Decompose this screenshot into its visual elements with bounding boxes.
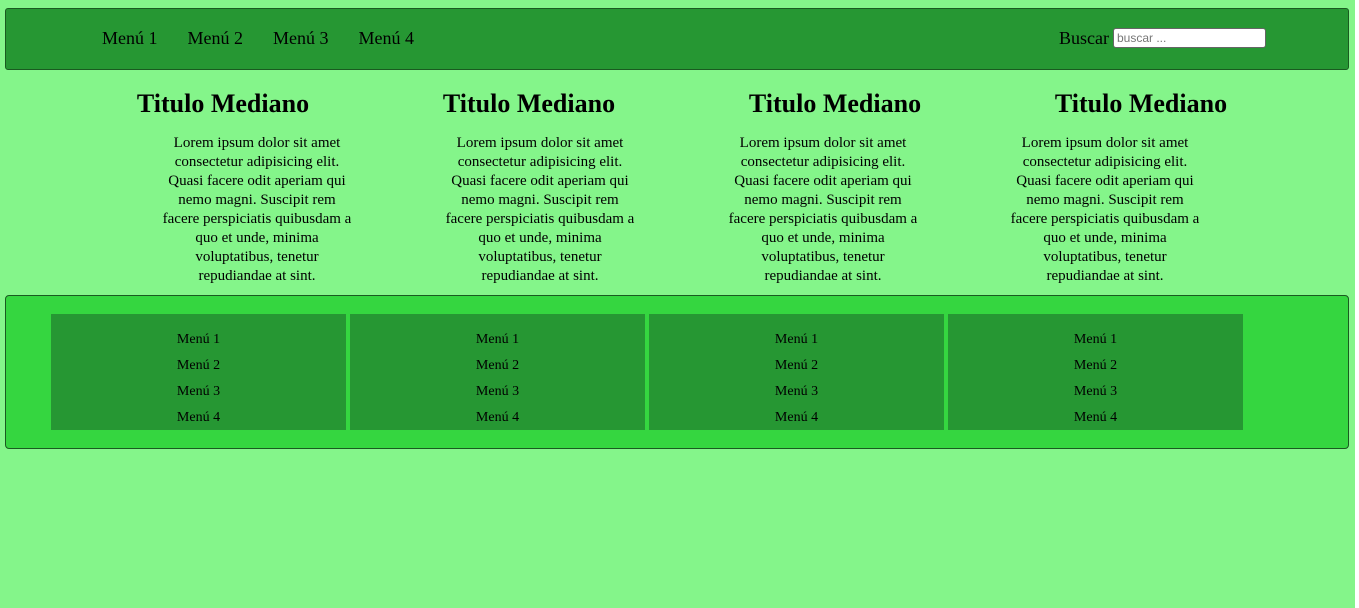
content-column-4: Titulo Mediano <box>1041 86 1241 122</box>
page: Menú 1 Menú 2 Menú 3 Menú 4 Buscar Titul… <box>0 0 1355 608</box>
footer-menu-item-4[interactable]: Menú 4 <box>775 405 818 431</box>
footer-menu-item-2[interactable]: Menú 2 <box>1074 353 1117 379</box>
nav-item-menu-2[interactable]: Menú 2 <box>188 27 244 49</box>
footer-menu-item-3[interactable]: Menú 3 <box>177 379 220 405</box>
footer-menu-item-2[interactable]: Menú 2 <box>476 353 519 379</box>
footer-menu-item-1[interactable]: Menú 1 <box>1074 327 1117 353</box>
search-label: Buscar <box>1059 28 1109 48</box>
footer-menu-column-2: Menú 1 Menú 2 Menú 3 Menú 4 <box>350 314 645 430</box>
main-nav: Menú 1 Menú 2 Menú 3 Menú 4 <box>102 27 444 49</box>
footer-menu-item-1[interactable]: Menú 1 <box>476 327 519 353</box>
content-column-1: Titulo Mediano <box>123 86 323 122</box>
footer-menu-column-3: Menú 1 Menú 2 Menú 3 Menú 4 <box>649 314 944 430</box>
content-columns: Titulo Mediano Lorem ipsum dolor sit ame… <box>0 86 1355 286</box>
content-column-2: Titulo Mediano <box>429 86 629 122</box>
column-text: Lorem ipsum dolor sit amet consectetur a… <box>1010 135 1200 284</box>
search-input[interactable] <box>1112 28 1266 48</box>
column-title: Titulo Mediano <box>442 89 616 118</box>
column-text: Lorem ipsum dolor sit amet consectetur a… <box>728 135 918 284</box>
content-column-4-text: Lorem ipsum dolor sit amet consectetur a… <box>1010 128 1210 286</box>
footer-menu-item-3[interactable]: Menú 3 <box>476 379 519 405</box>
column-title: Titulo Mediano <box>748 89 922 118</box>
search-group: Buscar <box>1059 27 1266 49</box>
header-bar: Menú 1 Menú 2 Menú 3 Menú 4 Buscar <box>5 8 1349 70</box>
nav-item-menu-1[interactable]: Menú 1 <box>102 27 158 49</box>
content-column-3-text: Lorem ipsum dolor sit amet consectetur a… <box>728 128 928 286</box>
footer-menu-item-2[interactable]: Menú 2 <box>775 353 818 379</box>
footer-menu-item-1[interactable]: Menú 1 <box>775 327 818 353</box>
footer-menu-item-2[interactable]: Menú 2 <box>177 353 220 379</box>
footer-menu-item-3[interactable]: Menú 3 <box>775 379 818 405</box>
footer-menu-item-4[interactable]: Menú 4 <box>1074 405 1117 431</box>
window-edge <box>1355 0 1359 608</box>
content-column-1-text: Lorem ipsum dolor sit amet consectetur a… <box>162 128 362 286</box>
footer-menus: Menú 1 Menú 2 Menú 3 Menú 4 Menú 1 Menú … <box>51 314 1243 430</box>
nav-item-menu-3[interactable]: Menú 3 <box>273 27 329 49</box>
footer: Menú 1 Menú 2 Menú 3 Menú 4 Menú 1 Menú … <box>5 295 1349 449</box>
column-text: Lorem ipsum dolor sit amet consectetur a… <box>445 135 635 284</box>
footer-menu-item-3[interactable]: Menú 3 <box>1074 379 1117 405</box>
nav-item-menu-4[interactable]: Menú 4 <box>359 27 415 49</box>
column-title: Titulo Mediano <box>1054 89 1228 118</box>
column-text: Lorem ipsum dolor sit amet consectetur a… <box>162 135 352 284</box>
content-column-3: Titulo Mediano <box>735 86 935 122</box>
footer-menu-column-4: Menú 1 Menú 2 Menú 3 Menú 4 <box>948 314 1243 430</box>
footer-menu-item-4[interactable]: Menú 4 <box>476 405 519 431</box>
footer-menu-column-1: Menú 1 Menú 2 Menú 3 Menú 4 <box>51 314 346 430</box>
footer-menu-item-1[interactable]: Menú 1 <box>177 327 220 353</box>
column-title: Titulo Mediano <box>136 89 310 118</box>
content-column-2-text: Lorem ipsum dolor sit amet consectetur a… <box>445 128 645 286</box>
footer-menu-item-4[interactable]: Menú 4 <box>177 405 220 431</box>
